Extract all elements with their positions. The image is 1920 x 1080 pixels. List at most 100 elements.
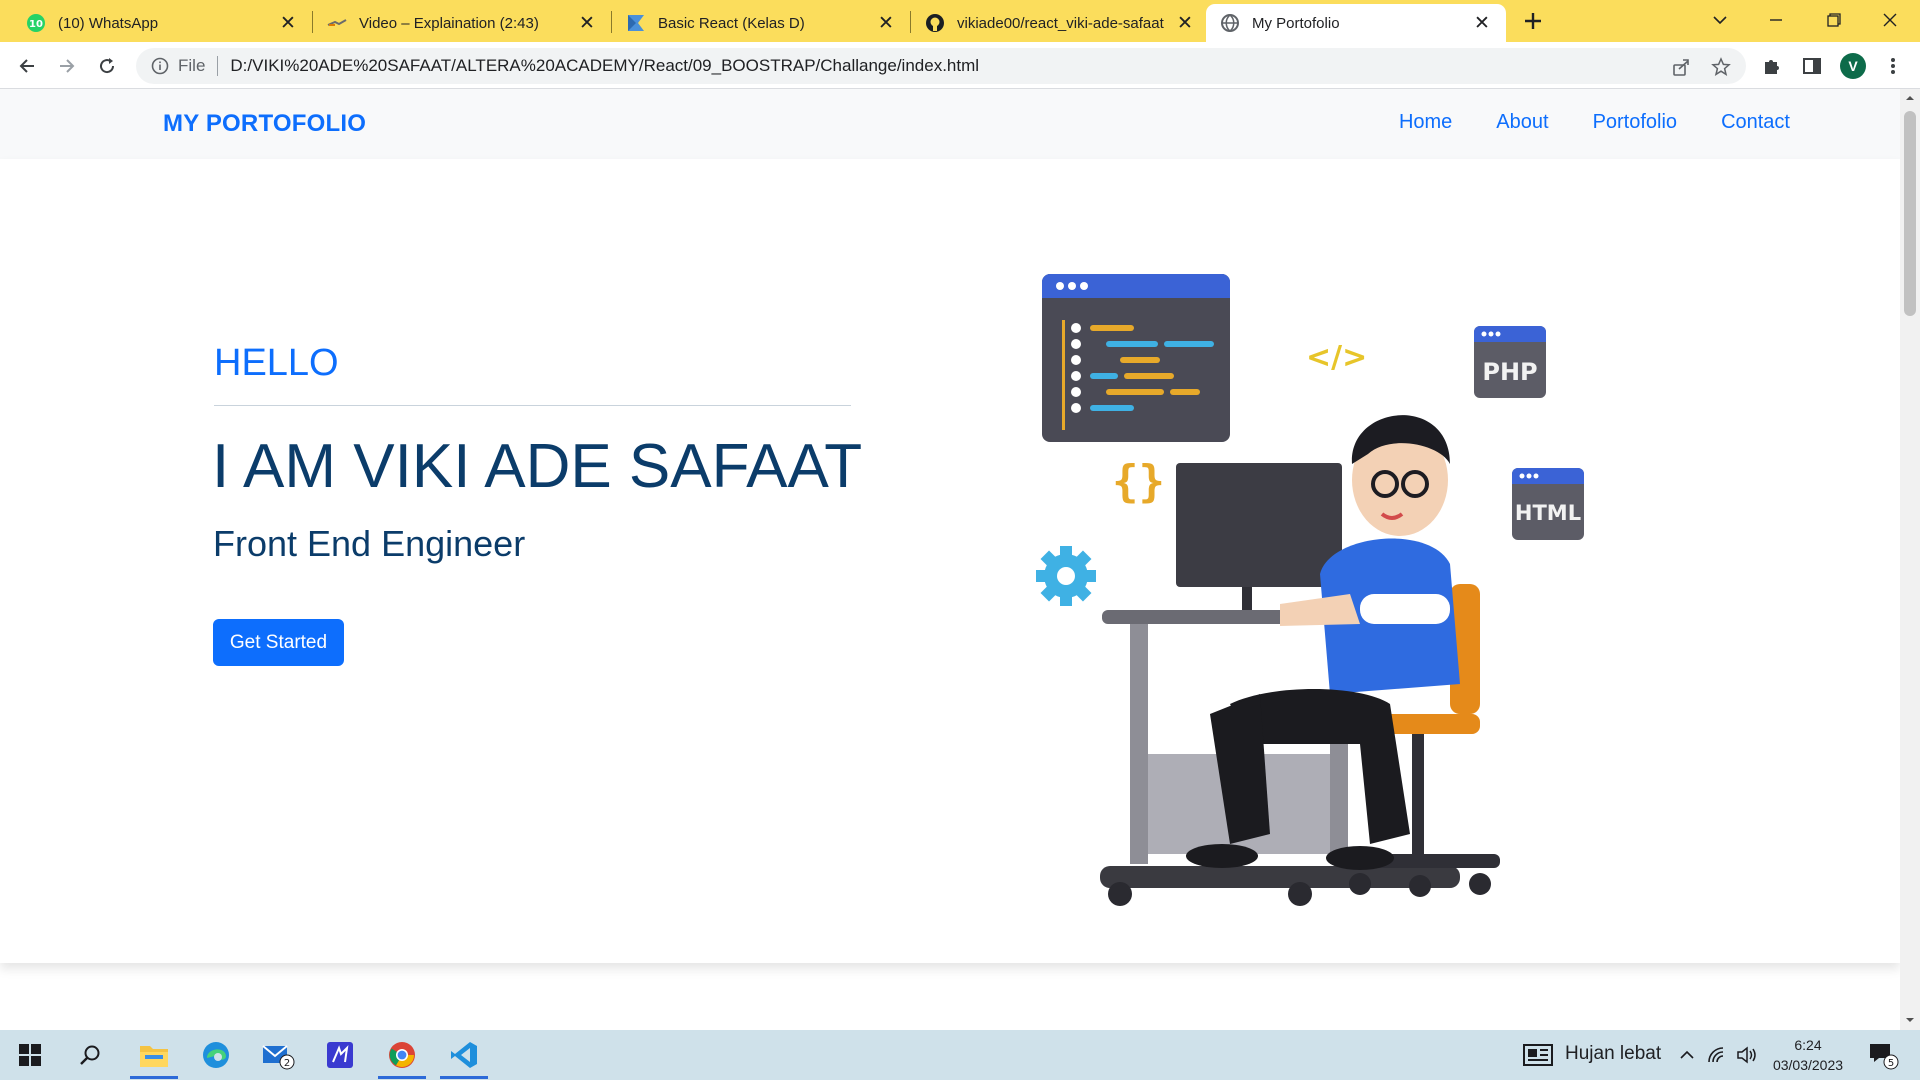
notification-center-button[interactable]: 5 bbox=[1858, 1030, 1908, 1080]
tab-title: Basic React (Kelas D) bbox=[658, 14, 805, 32]
arrow-left-icon bbox=[19, 59, 34, 73]
taskbar-app[interactable] bbox=[312, 1030, 368, 1080]
windows-logo-icon bbox=[19, 1044, 41, 1066]
mail-icon: 2 bbox=[262, 1045, 295, 1070]
new-tab-button[interactable] bbox=[1518, 6, 1548, 36]
vscode-icon bbox=[451, 1042, 477, 1068]
close-icon[interactable]: ✕ bbox=[278, 13, 298, 34]
chrome-icon bbox=[389, 1042, 415, 1068]
back-button[interactable] bbox=[11, 50, 43, 82]
whatsapp-icon: 10 bbox=[26, 13, 46, 33]
news-widget[interactable] bbox=[1518, 1030, 1558, 1080]
address-bar[interactable]: File D:/VIKI%20ADE%20SAFAAT/ALTERA%20ACA… bbox=[136, 48, 1746, 84]
tab-title: My Portofolio bbox=[1252, 14, 1340, 32]
close-icon[interactable]: ✕ bbox=[577, 13, 597, 34]
scrollbar-thumb[interactable] bbox=[1904, 111, 1916, 316]
app-icon bbox=[327, 1042, 353, 1068]
omnibox-divider bbox=[217, 56, 219, 76]
chevron-up-icon bbox=[1680, 1050, 1694, 1059]
taskbar-edge[interactable] bbox=[188, 1030, 244, 1080]
wifi-icon bbox=[1708, 1047, 1724, 1063]
hero-role: Front End Engineer bbox=[213, 523, 526, 564]
share-icon[interactable] bbox=[1670, 56, 1692, 78]
whatsapp-badge: 10 bbox=[29, 19, 43, 30]
close-window-button[interactable] bbox=[1862, 0, 1918, 40]
browser-tab-strip: 10 (10) WhatsApp ✕ Video – Explaination … bbox=[0, 0, 1920, 42]
tab-basic-react[interactable]: Basic React (Kelas D) ✕ bbox=[612, 4, 910, 42]
site-brand[interactable]: MY PORTOFOLIO bbox=[163, 110, 366, 138]
get-started-button[interactable]: Get Started bbox=[213, 619, 344, 666]
reload-icon bbox=[100, 58, 115, 74]
forward-button[interactable] bbox=[51, 50, 83, 82]
puzzle-icon bbox=[1765, 60, 1779, 74]
minimize-icon bbox=[1770, 19, 1782, 21]
start-button[interactable] bbox=[2, 1030, 58, 1080]
hero-divider bbox=[214, 405, 851, 406]
scroll-down-icon[interactable] bbox=[1905, 1015, 1915, 1025]
reload-button[interactable] bbox=[91, 50, 123, 82]
taskbar-file-explorer[interactable] bbox=[126, 1030, 182, 1080]
video-icon bbox=[327, 13, 347, 33]
code-window-graphic bbox=[1042, 274, 1230, 442]
close-icon[interactable]: ✕ bbox=[876, 13, 896, 34]
browser-toolbar: File D:/VIKI%20ADE%20SAFAAT/ALTERA%20ACA… bbox=[0, 42, 1920, 89]
weather-text[interactable]: Hujan lebat bbox=[1565, 1043, 1661, 1065]
tab-whatsapp[interactable]: 10 (10) WhatsApp ✕ bbox=[12, 4, 312, 42]
close-icon bbox=[1883, 13, 1897, 27]
url-text[interactable]: D:/VIKI%20ADE%20SAFAAT/ALTERA%20ACADEMY/… bbox=[230, 56, 979, 76]
web-page: MY PORTOFOLIO Home About Portofolio Cont… bbox=[0, 89, 1900, 1030]
close-icon[interactable]: ✕ bbox=[1472, 13, 1492, 34]
side-panel-icon bbox=[1803, 58, 1821, 74]
notification-count: 5 bbox=[1888, 1058, 1894, 1069]
html-label: HTML bbox=[1515, 501, 1581, 525]
code-tag-label: </> bbox=[1306, 340, 1367, 375]
close-icon[interactable]: ✕ bbox=[1175, 13, 1195, 34]
nav-contact[interactable]: Contact bbox=[1721, 111, 1790, 134]
globe-icon bbox=[1220, 13, 1240, 33]
chevron-down-icon bbox=[1713, 16, 1727, 25]
menu-button[interactable] bbox=[1881, 54, 1905, 78]
tab-github[interactable]: vikiade00/react_viki-ade-safaat ✕ bbox=[911, 4, 1209, 42]
php-label: PHP bbox=[1482, 358, 1537, 386]
tab-search-button[interactable] bbox=[1692, 0, 1748, 40]
tab-video[interactable]: Video – Explaination (2:43) ✕ bbox=[313, 4, 611, 42]
restore-icon bbox=[1827, 13, 1841, 27]
nav-about[interactable]: About bbox=[1496, 111, 1548, 134]
scroll-up-icon[interactable] bbox=[1905, 93, 1915, 103]
hero-section: HELLO I AM VIKI ADE SAFAAT Front End Eng… bbox=[0, 159, 1900, 963]
tab-title: Video – Explaination (2:43) bbox=[359, 14, 539, 32]
taskbar-vscode[interactable] bbox=[436, 1030, 492, 1080]
tab-title: vikiade00/react_viki-ade-safaat bbox=[957, 14, 1164, 32]
clock-date: 03/03/2023 bbox=[1772, 1057, 1844, 1073]
extensions-button[interactable] bbox=[1760, 54, 1784, 78]
star-icon[interactable] bbox=[1710, 56, 1732, 78]
side-panel-button[interactable] bbox=[1800, 54, 1824, 78]
windows-taskbar: 2 Hujan lebat 6:24 03/03/2023 5 bbox=[0, 1030, 1920, 1080]
mail-badge: 2 bbox=[284, 1058, 290, 1069]
volume-button[interactable] bbox=[1732, 1030, 1762, 1080]
speaker-icon bbox=[1737, 1046, 1756, 1064]
clock-time: 6:24 bbox=[1794, 1037, 1822, 1053]
developer-illustration: </> {} PHP HTML bbox=[1036, 274, 1584, 906]
php-badge-graphic: PHP bbox=[1474, 326, 1546, 398]
network-button[interactable] bbox=[1702, 1030, 1732, 1080]
tab-title: (10) WhatsApp bbox=[58, 14, 159, 32]
search-button[interactable] bbox=[62, 1030, 118, 1080]
nav-portofolio[interactable]: Portofolio bbox=[1593, 111, 1678, 134]
info-icon[interactable] bbox=[150, 56, 170, 76]
tab-my-portofolio[interactable]: My Portofolio ✕ bbox=[1206, 4, 1506, 42]
search-icon bbox=[80, 1045, 100, 1065]
news-icon bbox=[1523, 1044, 1553, 1066]
page-scrollbar[interactable] bbox=[1900, 89, 1920, 1030]
show-hidden-icons-button[interactable] bbox=[1672, 1030, 1702, 1080]
minimize-button[interactable] bbox=[1748, 0, 1804, 40]
profile-avatar[interactable]: V bbox=[1840, 53, 1866, 79]
hero-greeting: HELLO bbox=[214, 342, 339, 384]
system-clock[interactable]: 6:24 03/03/2023 bbox=[1766, 1035, 1850, 1075]
nav-home[interactable]: Home bbox=[1399, 111, 1452, 134]
nav-links: Home About Portofolio Contact bbox=[1399, 111, 1790, 134]
restore-button[interactable] bbox=[1806, 0, 1862, 40]
taskbar-chrome[interactable] bbox=[374, 1030, 430, 1080]
kebab-menu-icon bbox=[1891, 58, 1895, 74]
taskbar-mail[interactable]: 2 bbox=[250, 1030, 306, 1080]
